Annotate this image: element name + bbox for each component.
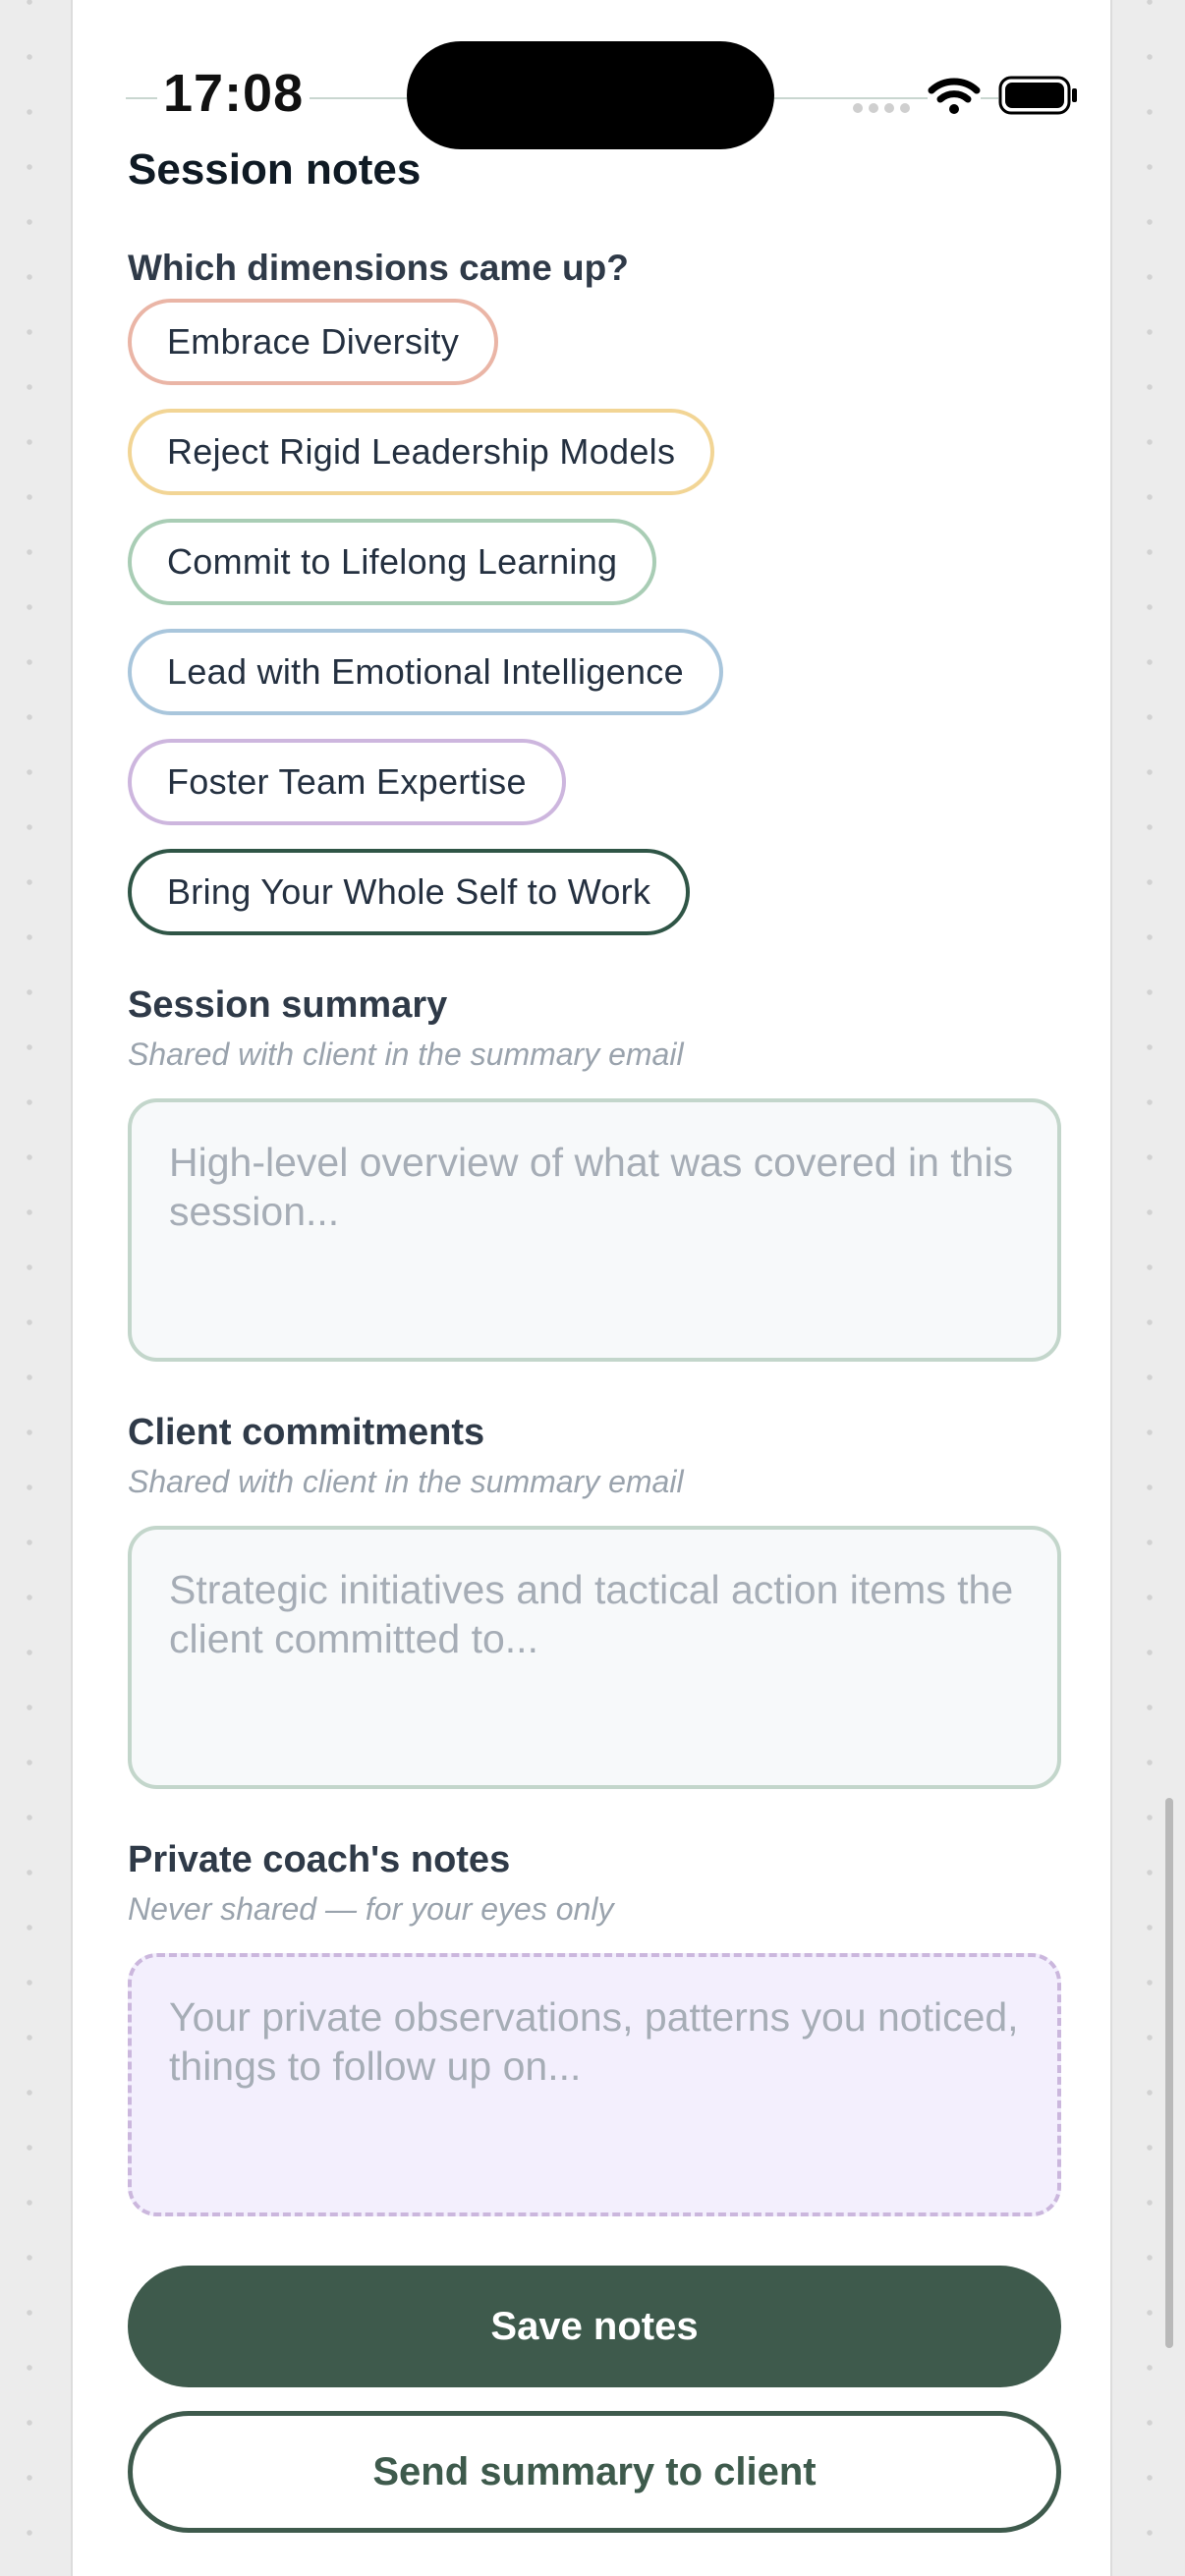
- client-commitments-hint: Shared with client in the summary email: [128, 1464, 684, 1499]
- private-notes-field[interactable]: Your private observations, patterns you …: [128, 1953, 1061, 2216]
- wifi-icon: [928, 77, 981, 116]
- dimension-chip[interactable]: Reject Rigid Leadership Models: [128, 409, 715, 495]
- private-notes-hint: Never shared — for your eyes only: [128, 1891, 614, 1927]
- dimension-chip[interactable]: Foster Team Expertise: [128, 739, 566, 825]
- cellular-dots-icon: [849, 103, 914, 113]
- dimensions-prompt: Which dimensions came up?: [128, 248, 629, 288]
- session-summary-field[interactable]: High-level overview of what was covered …: [128, 1098, 1061, 1362]
- dimension-chip[interactable]: Bring Your Whole Self to Work: [128, 849, 691, 935]
- send-summary-button[interactable]: Send summary to client: [128, 2411, 1061, 2533]
- save-notes-button[interactable]: Save notes: [128, 2266, 1061, 2387]
- phone-screen: 17:08 Session notes Which dimensions cam…: [71, 0, 1112, 2576]
- dimension-chip[interactable]: Commit to Lifelong Learning: [128, 519, 657, 605]
- scrollbar[interactable]: [1165, 1798, 1173, 2348]
- dimension-chip[interactable]: Embrace Diversity: [128, 299, 499, 385]
- status-time: 17:08: [157, 63, 310, 124]
- dynamic-island: [407, 41, 774, 149]
- client-commitments-field[interactable]: Strategic initiatives and tactical actio…: [128, 1526, 1061, 1789]
- battery-icon: [998, 75, 1079, 116]
- session-summary-hint: Shared with client in the summary email: [128, 1036, 684, 1072]
- dimension-chip[interactable]: Lead with Emotional Intelligence: [128, 629, 723, 715]
- private-notes-label: Private coach's notes: [128, 1839, 511, 1880]
- client-commitments-label: Client commitments: [128, 1412, 485, 1453]
- session-summary-label: Session summary: [128, 984, 448, 1026]
- page-title: Session notes: [128, 145, 422, 194]
